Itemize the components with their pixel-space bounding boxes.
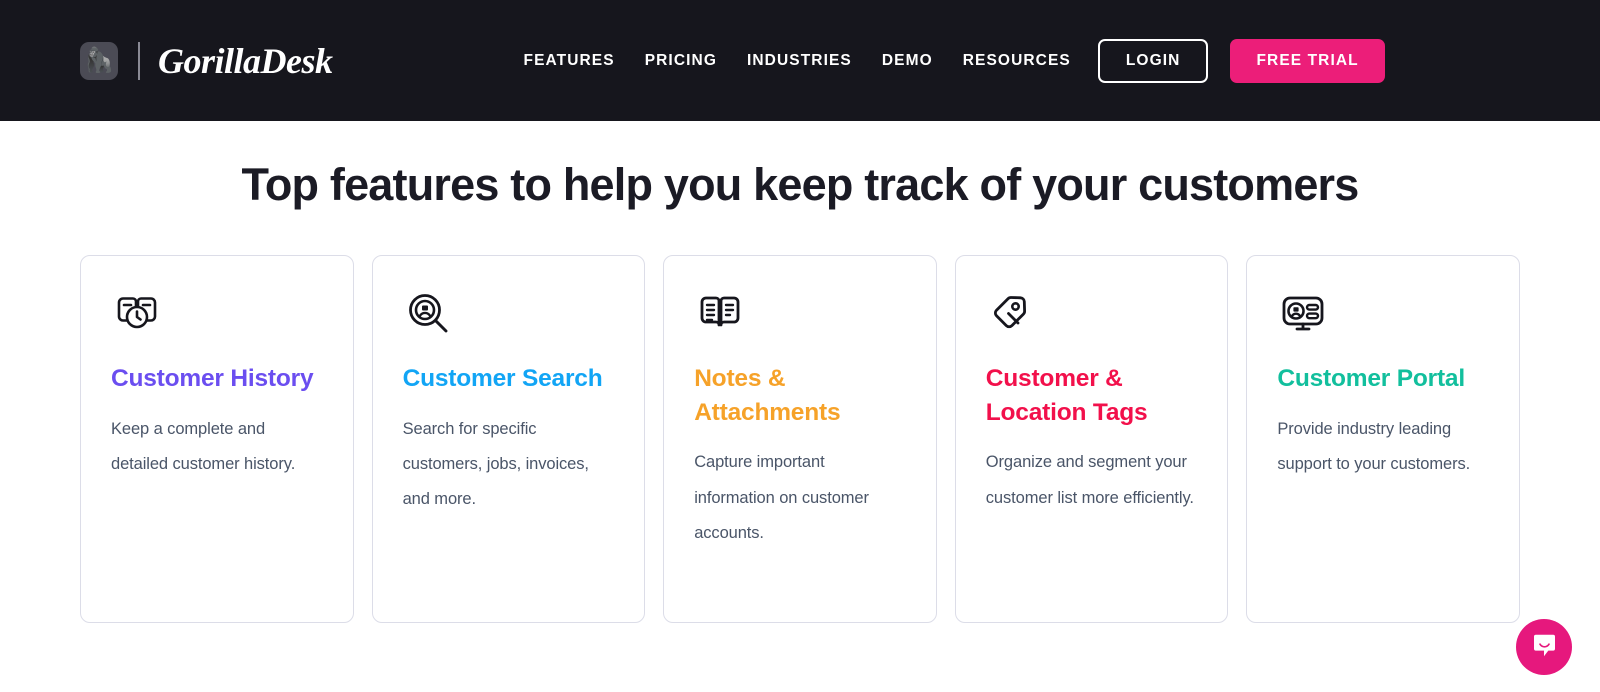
feature-card-title: Customer Search: [402, 364, 603, 392]
gorilla-avatar-icon: 🦍: [80, 41, 118, 80]
brand-logo[interactable]: 🦍 GorillaDesk: [80, 40, 333, 82]
site-header: 🦍 GorillaDesk FEATURES PRICING INDUSTRIE…: [0, 0, 1600, 121]
chat-launcher-button[interactable]: [1516, 619, 1572, 675]
chat-bubble-icon: [1531, 632, 1558, 662]
feature-cards-row: Customer History Keep a complete and det…: [80, 254, 1520, 623]
feature-card-title: Customer History: [111, 364, 314, 392]
feature-card-description: Capture important information on custome…: [694, 453, 869, 543]
feature-card-title: Customer Portal: [1277, 364, 1465, 392]
nav-item-resources[interactable]: RESOURCES: [963, 52, 1071, 70]
location-tags-icon: [986, 288, 1198, 340]
nav-item-industries[interactable]: INDUSTRIES: [747, 52, 852, 70]
feature-card-title: Notes & Attachments: [694, 364, 841, 426]
customer-history-icon: [111, 288, 323, 340]
feature-card-title: Customer & Location Tags: [985, 364, 1148, 426]
page-title: Top features to help you keep track of y…: [241, 159, 1359, 210]
gorilla-glyph: 🦍: [84, 46, 114, 74]
main-navigation: FEATURES PRICING INDUSTRIES DEMO RESOURC…: [524, 52, 1071, 70]
notes-attachments-icon: [694, 288, 906, 340]
customer-search-icon: [403, 288, 615, 340]
feature-card-customer-search[interactable]: Customer Search Search for specific cust…: [371, 254, 646, 623]
free-trial-button[interactable]: FREE TRIAL: [1230, 38, 1385, 83]
nav-item-features[interactable]: FEATURES: [524, 52, 615, 70]
feature-card-customer-portal[interactable]: Customer Portal Provide industry leading…: [1246, 254, 1520, 623]
feature-card-customer-history[interactable]: Customer History Keep a complete and det…: [80, 254, 354, 623]
feature-card-description: Provide industry leading support to your…: [1277, 419, 1471, 474]
feature-card-description: Search for specific customers, jobs, inv…: [402, 419, 589, 509]
customer-portal-icon: [1277, 288, 1489, 340]
feature-card-notes-attachments[interactable]: Notes & Attachments Capture important in…: [663, 254, 937, 623]
brand-name: GorillaDesk: [158, 40, 333, 81]
nav-item-demo[interactable]: DEMO: [882, 52, 933, 70]
header-actions: LOGIN FREE TRIAL: [1097, 38, 1385, 83]
page-main: Top features to help you keep track of y…: [0, 121, 1600, 623]
brand-divider: [138, 41, 140, 80]
nav-item-pricing[interactable]: PRICING: [645, 52, 717, 70]
feature-card-description: Keep a complete and detailed customer hi…: [111, 419, 296, 474]
feature-card-location-tags[interactable]: Customer & Location Tags Organize and se…: [954, 254, 1229, 623]
login-button[interactable]: LOGIN: [1097, 38, 1209, 83]
feature-card-description: Organize and segment your customer list …: [985, 453, 1194, 507]
